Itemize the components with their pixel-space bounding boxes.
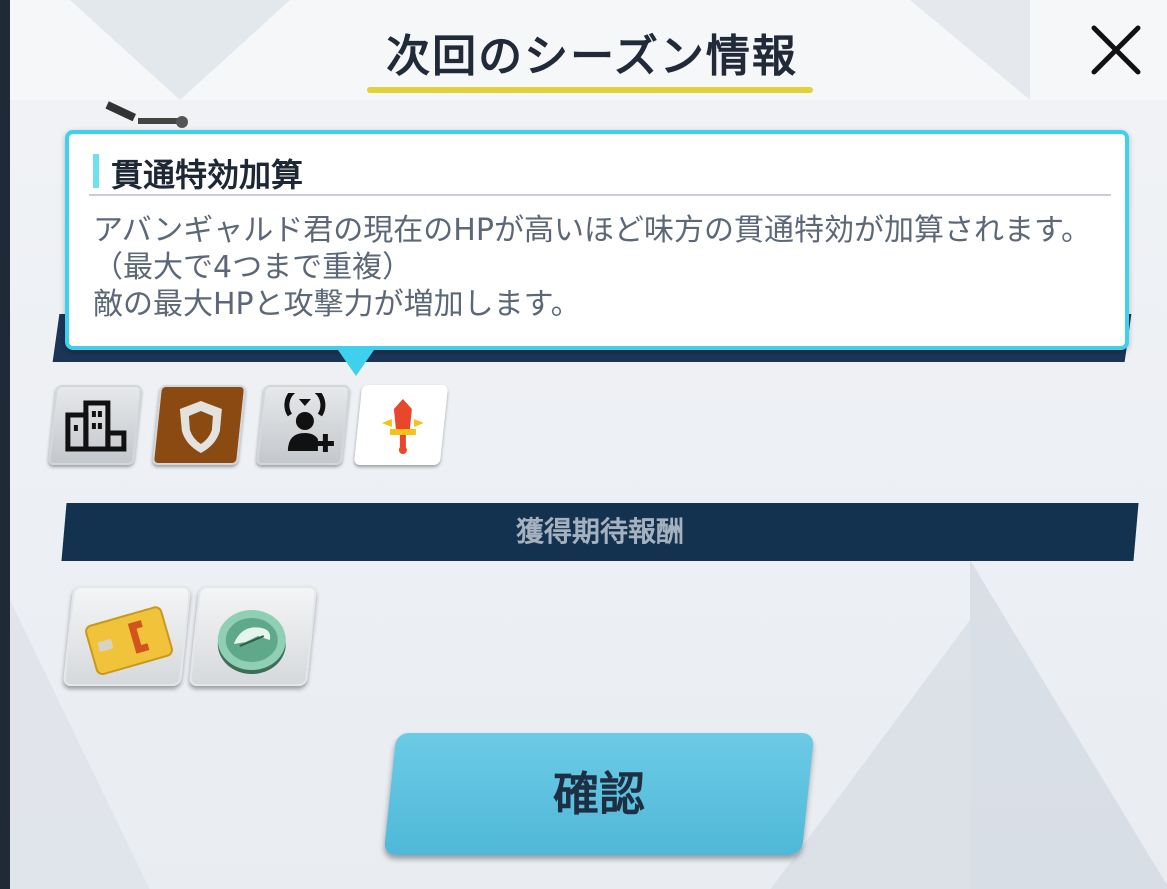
season-info-dialog: 次回のシーズン情報 獲得期待報酬 確認 貫通特効加算 アバンギャルド君の現在のH…: [10, 0, 1167, 889]
effect-icon-target-person[interactable]: [255, 385, 351, 465]
rewards-section-title: 獲得期待報酬: [515, 515, 684, 548]
piercing-sword-icon: [381, 399, 424, 454]
reward-item-card[interactable]: [62, 586, 192, 686]
effect-icon-shield[interactable]: [151, 385, 247, 465]
credit-card-icon: [85, 606, 173, 676]
effect-icon-piercing[interactable]: [353, 385, 449, 465]
green-coin-icon: [217, 610, 286, 674]
game-screen: 次回のシーズン情報 獲得期待報酬 確認 貫通特効加算 アバンギャルド君の現在のH…: [0, 0, 1167, 889]
effect-tooltip: 貫通特効加算 アバンギャルド君の現在のHPが高いほど味方の貫通特効が加算されます…: [65, 130, 1129, 350]
tooltip-accent-bar: [93, 154, 99, 188]
effect-icon-building[interactable]: [47, 385, 143, 465]
title-underline: [367, 87, 813, 93]
close-icon: [1091, 25, 1141, 75]
tooltip-title: 貫通特効加算: [111, 156, 304, 194]
bg-decoration: [970, 560, 1167, 889]
building-icon: [65, 400, 127, 452]
tooltip-body-line: 敵の最大HPと攻撃力が増加します。: [93, 287, 581, 322]
tooltip-pointer: [338, 350, 374, 376]
header-decoration: [910, 0, 1030, 100]
tooltip-body-line: アバンギャルド君の現在のHPが高いほど味方の貫通特効が加算されます。（最大で4つ…: [93, 213, 1091, 285]
tooltip-description: アバンギャルド君の現在のHPが高いほど味方の貫通特効が加算されます。（最大で4つ…: [93, 212, 1103, 323]
reward-item-coin[interactable]: [188, 586, 318, 686]
shield-icon: [179, 401, 222, 453]
header-decoration: [70, 0, 290, 100]
tooltip-divider: [89, 194, 1111, 196]
target-person-plus-icon: [284, 393, 334, 452]
close-button[interactable]: [1088, 22, 1144, 78]
confirm-button[interactable]: [383, 733, 815, 855]
page-title: 次回のシーズン情報: [386, 31, 798, 82]
